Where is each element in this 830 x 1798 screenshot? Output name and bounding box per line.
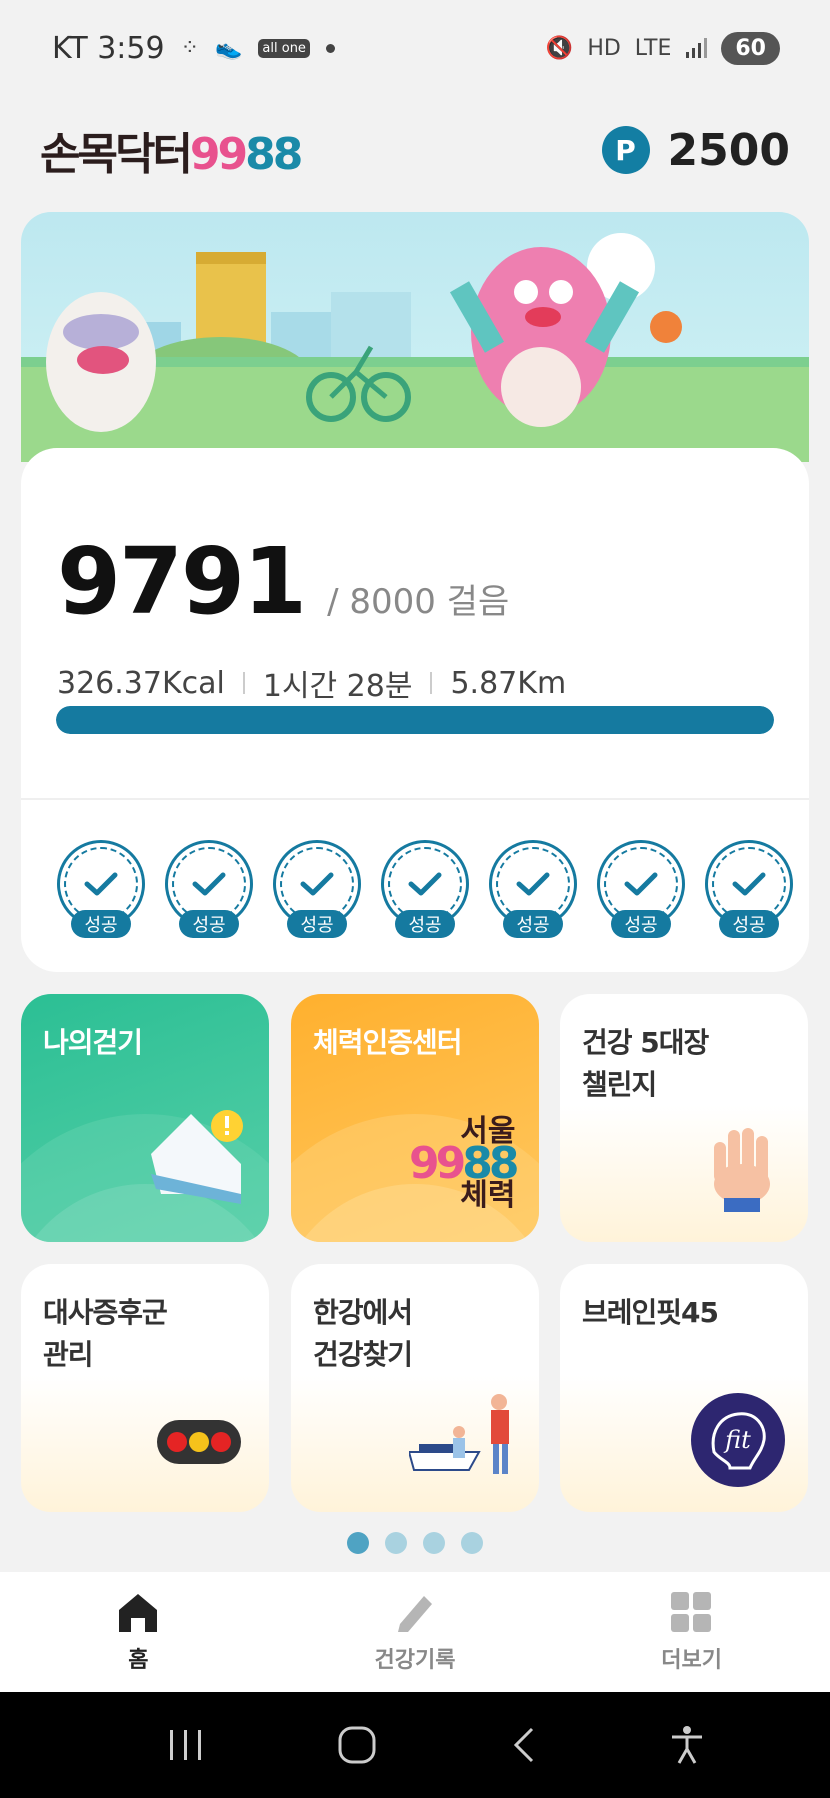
page-indicator[interactable] <box>0 1532 830 1554</box>
river-boat-people-illustration <box>409 1394 509 1474</box>
success-label: 성공 <box>395 910 455 938</box>
page-dot-active[interactable] <box>347 1532 369 1554</box>
signal-icon <box>686 38 708 58</box>
home-icon <box>119 1594 158 1632</box>
page-dot[interactable] <box>385 1532 407 1554</box>
status-bar: KT 3:59 ⁘ 👟 all one 🔇 HD LTE 60 <box>0 0 830 96</box>
tile-title-line2: 관리 <box>43 1338 94 1371</box>
step-goal: / 8000 걸음 <box>327 582 510 622</box>
pencil-icon <box>397 1596 432 1632</box>
success-label: 성공 <box>179 910 239 938</box>
logo-text: 손목닥터 <box>40 129 193 180</box>
success-label: 성공 <box>71 910 131 938</box>
check-icon <box>84 872 118 896</box>
points-value: 2500 <box>667 124 790 176</box>
shoe-icon: 👟 <box>215 35 243 61</box>
success-badge: 성공 <box>381 840 469 938</box>
success-badge: 성공 <box>489 840 577 938</box>
success-label: 성공 <box>719 910 779 938</box>
tile-health-five-challenge[interactable]: 건강 5대장 챌린지 <box>560 994 808 1242</box>
success-badge: 성공 <box>165 840 253 938</box>
check-icon <box>300 872 334 896</box>
distance-value: 5.87Km <box>450 665 567 701</box>
app-logo: 손목닥터 99 88 <box>40 118 303 182</box>
tile-title-line2: 건강찾기 <box>313 1338 413 1371</box>
home-button-icon[interactable] <box>337 1725 377 1765</box>
logo-number-99: 99 <box>189 129 248 180</box>
notification-grid-icon: ⁘ <box>180 35 200 61</box>
success-badge: 성공 <box>57 840 145 938</box>
page-dot[interactable] <box>423 1532 445 1554</box>
nav-health-records[interactable]: 건강기록 <box>315 1590 515 1674</box>
nav-home-label: 홈 <box>128 1648 149 1673</box>
page-dot[interactable] <box>461 1532 483 1554</box>
check-icon <box>732 872 766 896</box>
accessibility-icon[interactable] <box>669 1725 705 1765</box>
check-icon <box>192 872 226 896</box>
tile-title-line1: 한강에서 <box>313 1296 413 1329</box>
step-progress-bar <box>56 706 774 734</box>
stat-divider <box>242 672 245 694</box>
tile-title: 체력인증센터 <box>313 1026 463 1059</box>
step-progress-fill <box>56 706 774 734</box>
network-type: LTE <box>634 35 672 61</box>
step-stats: 326.37Kcal 1시간 28분 5.87Km <box>21 635 809 705</box>
tile-brainfit45[interactable]: 브레인핏45 fit <box>560 1264 808 1512</box>
grid-menu-icon <box>670 1592 711 1632</box>
hand-icon <box>714 1128 770 1212</box>
success-label: 성공 <box>503 910 563 938</box>
tile-hangang-health[interactable]: 한강에서 건강찾기 <box>291 1264 539 1512</box>
tile-title: 나의걷기 <box>43 1026 143 1059</box>
logo-number-88: 88 <box>245 129 303 180</box>
check-icon <box>516 872 550 896</box>
calories-value: 326.37Kcal <box>57 665 225 701</box>
brainfit-logo-text: fit <box>723 1426 751 1454</box>
points-icon: P <box>601 126 650 174</box>
points-display[interactable]: P 2500 <box>601 124 790 176</box>
tile-my-walking[interactable]: 나의걷기 <box>21 994 269 1242</box>
allone-app-icon: all one <box>258 38 310 58</box>
success-label: 성공 <box>287 910 347 938</box>
system-navigation-bar <box>0 1692 830 1798</box>
battery-indicator: 60 <box>721 31 780 65</box>
card-divider <box>21 798 809 800</box>
bottom-navigation: 홈 건강기록 더보기 <box>0 1572 830 1692</box>
duration-value: 1시간 28분 <box>262 669 413 704</box>
check-icon <box>624 872 658 896</box>
step-count: 9791 <box>57 528 307 635</box>
nav-home[interactable]: 홈 <box>38 1590 238 1674</box>
check-icon <box>408 872 442 896</box>
success-label: 성공 <box>611 910 671 938</box>
back-icon[interactable] <box>508 1725 538 1765</box>
tile-title-line1: 대사증후군 <box>43 1296 168 1329</box>
weekly-success-badges: 성공 성공 성공 성공 성공 성공 성공 <box>57 840 793 938</box>
city-scene-illustration <box>21 233 809 462</box>
traffic-light-icon <box>157 1420 241 1464</box>
app-header: 손목닥터 99 88 P 2500 <box>0 110 830 190</box>
logo-number: 9988 <box>409 1142 519 1186</box>
nav-records-label: 건강기록 <box>374 1648 456 1673</box>
success-badge: 성공 <box>705 840 793 938</box>
recent-apps-icon[interactable] <box>166 1728 206 1762</box>
tile-metabolic-syndrome[interactable]: 대사증후군 관리 <box>21 1264 269 1512</box>
seoul-9988-fitness-logo: 서울 9988 체력 <box>409 1116 519 1212</box>
more-notifications-dot <box>325 43 335 53</box>
tile-title: 브레인핏45 <box>582 1296 719 1329</box>
hd-call-icon: HD <box>587 35 621 61</box>
success-badge: 성공 <box>597 840 685 938</box>
tile-fitness-center[interactable]: 체력인증센터 서울 9988 체력 <box>291 994 539 1242</box>
nav-more-label: 더보기 <box>661 1648 722 1673</box>
tile-title-line2: 챌린지 <box>582 1068 657 1101</box>
mute-icon: 🔇 <box>545 35 574 61</box>
stat-divider <box>430 672 433 694</box>
tile-title-line1: 건강 5대장 <box>582 1026 709 1059</box>
carrier-time: KT 3:59 <box>52 30 165 66</box>
success-badge: 성공 <box>273 840 361 938</box>
banner-illustration <box>21 212 809 462</box>
logo-number-99: 99 <box>409 1138 466 1189</box>
brainfit-logo-icon: fit <box>691 1393 785 1487</box>
step-counter-card[interactable]: 9791 / 8000 걸음 326.37Kcal 1시간 28분 5.87Km… <box>21 448 809 972</box>
nav-more[interactable]: 더보기 <box>592 1590 792 1674</box>
